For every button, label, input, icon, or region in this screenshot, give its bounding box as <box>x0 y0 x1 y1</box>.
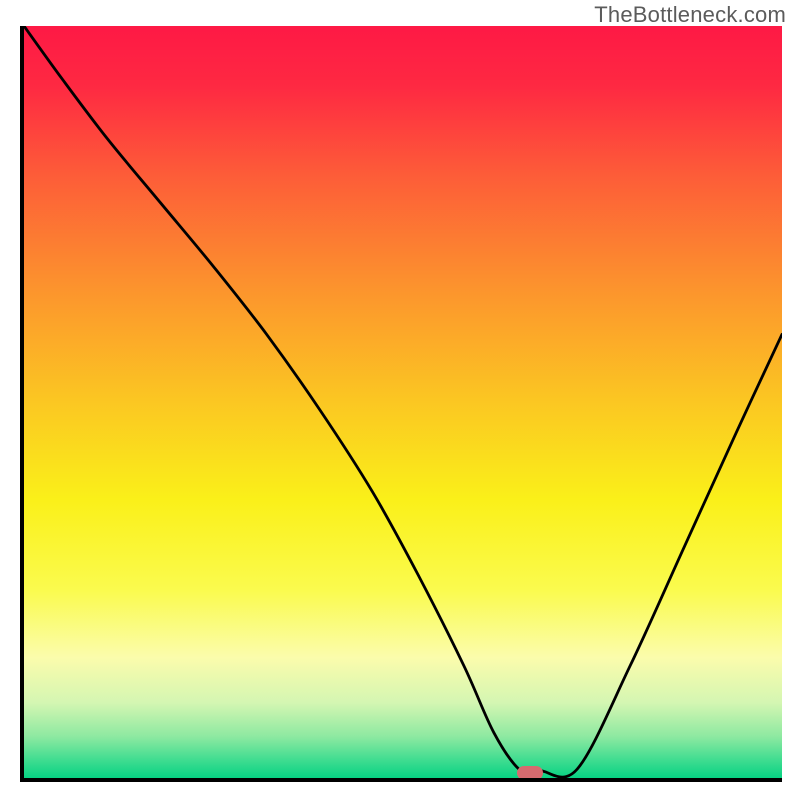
curve-layer <box>24 26 782 778</box>
watermark-text: TheBottleneck.com <box>594 2 786 28</box>
bottleneck-curve-path <box>24 26 782 777</box>
optimum-marker <box>517 766 543 780</box>
bottleneck-chart: TheBottleneck.com <box>0 0 800 800</box>
plot-area <box>20 26 782 782</box>
